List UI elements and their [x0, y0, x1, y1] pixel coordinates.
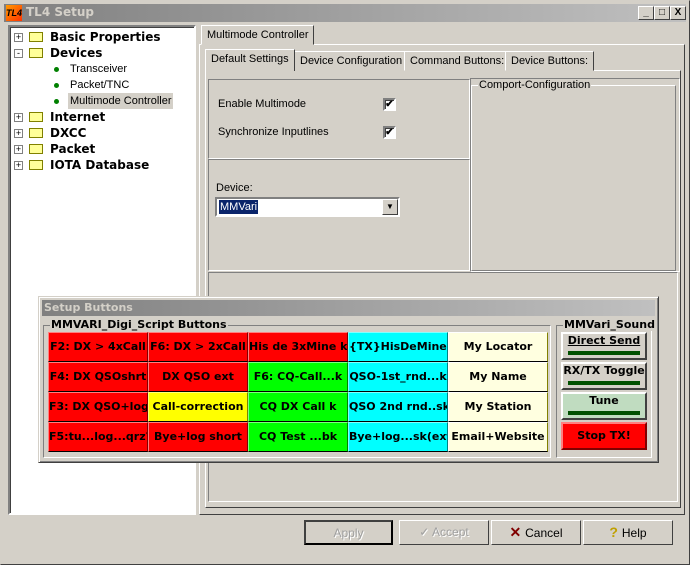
script-button[interactable]: My Name — [448, 362, 548, 392]
comport-group-label: Comport-Configuration — [478, 79, 592, 91]
device-dot-icon — [54, 67, 59, 72]
options-panel — [208, 79, 470, 159]
expand-icon[interactable]: + — [14, 145, 23, 154]
tab-device-buttons[interactable]: Device Buttons: — [505, 51, 595, 71]
comport-group — [471, 85, 676, 271]
expand-icon[interactable]: + — [14, 113, 23, 122]
script-button[interactable]: F3: DX QSO+log — [48, 392, 148, 422]
tab-command-buttons[interactable]: Command Buttons: — [404, 51, 511, 71]
cancel-x-icon: ✕ — [509, 524, 526, 540]
tree-item-multimode-controller[interactable]: Multimode Controller — [38, 93, 178, 109]
expand-icon[interactable]: + — [14, 161, 23, 170]
script-button[interactable]: QSO 2nd rnd..sk — [348, 392, 448, 422]
tree-item-packet-tnc[interactable]: Packet/TNC — [38, 77, 178, 93]
script-button[interactable]: Bye+log short — [148, 422, 248, 452]
tab-multimode-controller[interactable]: Multimode Controller — [201, 25, 315, 45]
direct-send-button[interactable]: Direct Send — [561, 332, 647, 360]
script-button[interactable]: CQ Test ...bk — [248, 422, 348, 452]
setup-buttons-window: Setup Buttons MMVARI_Digi_Script Buttons… — [38, 296, 659, 463]
folder-icon — [29, 112, 43, 122]
script-button[interactable]: DX QSO ext — [148, 362, 248, 392]
tree-item-transceiver[interactable]: Transceiver — [38, 61, 178, 77]
close-button[interactable]: X — [670, 6, 686, 20]
folder-icon — [29, 160, 43, 170]
setup-buttons-title: Setup Buttons — [42, 300, 655, 316]
stop-tx-button[interactable]: Stop TX! — [561, 422, 647, 450]
window-title: TL4 Setup — [26, 5, 95, 19]
expand-icon[interactable]: + — [14, 129, 23, 138]
status-bar-indicator — [568, 381, 640, 385]
script-button[interactable]: F6: DX > 2xCall — [148, 332, 248, 362]
collapse-icon[interactable]: - — [14, 49, 23, 58]
script-button[interactable]: QSO-1st_rnd...k — [348, 362, 448, 392]
expand-icon[interactable]: + — [14, 33, 23, 42]
tab-default-settings[interactable]: Default Settings — [205, 49, 295, 71]
status-bar-indicator — [568, 411, 640, 415]
script-button[interactable]: Email+Website — [448, 422, 548, 452]
apply-button[interactable]: Apply — [304, 520, 393, 545]
help-question-icon: ? — [609, 524, 622, 540]
folder-icon — [29, 128, 43, 138]
script-button[interactable]: F5:tu...log...qrz? — [48, 422, 148, 452]
checkmark-icon: ✓ — [419, 525, 433, 539]
enable-multimode-checkbox[interactable]: ✔ — [383, 98, 396, 111]
help-button[interactable]: ? Help — [583, 520, 673, 545]
app-logo-icon: TL4 — [6, 5, 22, 21]
script-button[interactable]: F6: CQ-Call...k — [248, 362, 348, 392]
device-dot-icon — [54, 99, 59, 104]
script-button[interactable]: My Locator — [448, 332, 548, 362]
sync-inputlines-label: Synchronize Inputlines — [218, 126, 329, 138]
folder-open-icon — [29, 48, 43, 58]
chevron-down-icon[interactable]: ▼ — [382, 199, 398, 215]
cancel-button[interactable]: ✕ Cancel — [491, 520, 581, 545]
enable-multimode-label: Enable Multimode — [218, 98, 307, 110]
device-label: Device: — [216, 182, 253, 194]
device-select[interactable]: MMVari ▼ — [215, 197, 400, 217]
tab-device-configuration[interactable]: Device Configuration — [294, 51, 409, 71]
script-button[interactable]: {TX}HisDeMine... — [348, 332, 448, 362]
script-button[interactable]: F4: DX QSOshrt — [48, 362, 148, 392]
minimize-button[interactable]: _ — [638, 6, 654, 20]
rx-tx-toggle-button[interactable]: RX/TX Toggle — [561, 362, 647, 390]
script-button[interactable]: Bye+log...sk(ext) — [348, 422, 448, 452]
script-button[interactable]: His de 3xMine k — [248, 332, 348, 362]
title-bar: TL4 TL4 Setup _ □ X — [4, 4, 686, 22]
accept-button[interactable]: ✓ Accept — [399, 520, 489, 545]
device-dot-icon — [54, 83, 59, 88]
sound-group-label: MMVari_Sound — [563, 318, 656, 331]
script-button[interactable]: My Station — [448, 392, 548, 422]
maximize-button[interactable]: □ — [654, 6, 670, 20]
digi-script-group-label: MMVARI_Digi_Script Buttons — [50, 318, 228, 331]
folder-icon — [29, 32, 43, 42]
sync-inputlines-checkbox[interactable]: ✔ — [383, 126, 396, 139]
script-button[interactable]: Call-correction — [148, 392, 248, 422]
folder-icon — [29, 144, 43, 154]
script-button[interactable]: CQ DX Call k — [248, 392, 348, 422]
status-bar-indicator — [568, 351, 640, 355]
tune-button[interactable]: Tune — [561, 392, 647, 420]
script-button[interactable]: F2: DX > 4xCall — [48, 332, 148, 362]
